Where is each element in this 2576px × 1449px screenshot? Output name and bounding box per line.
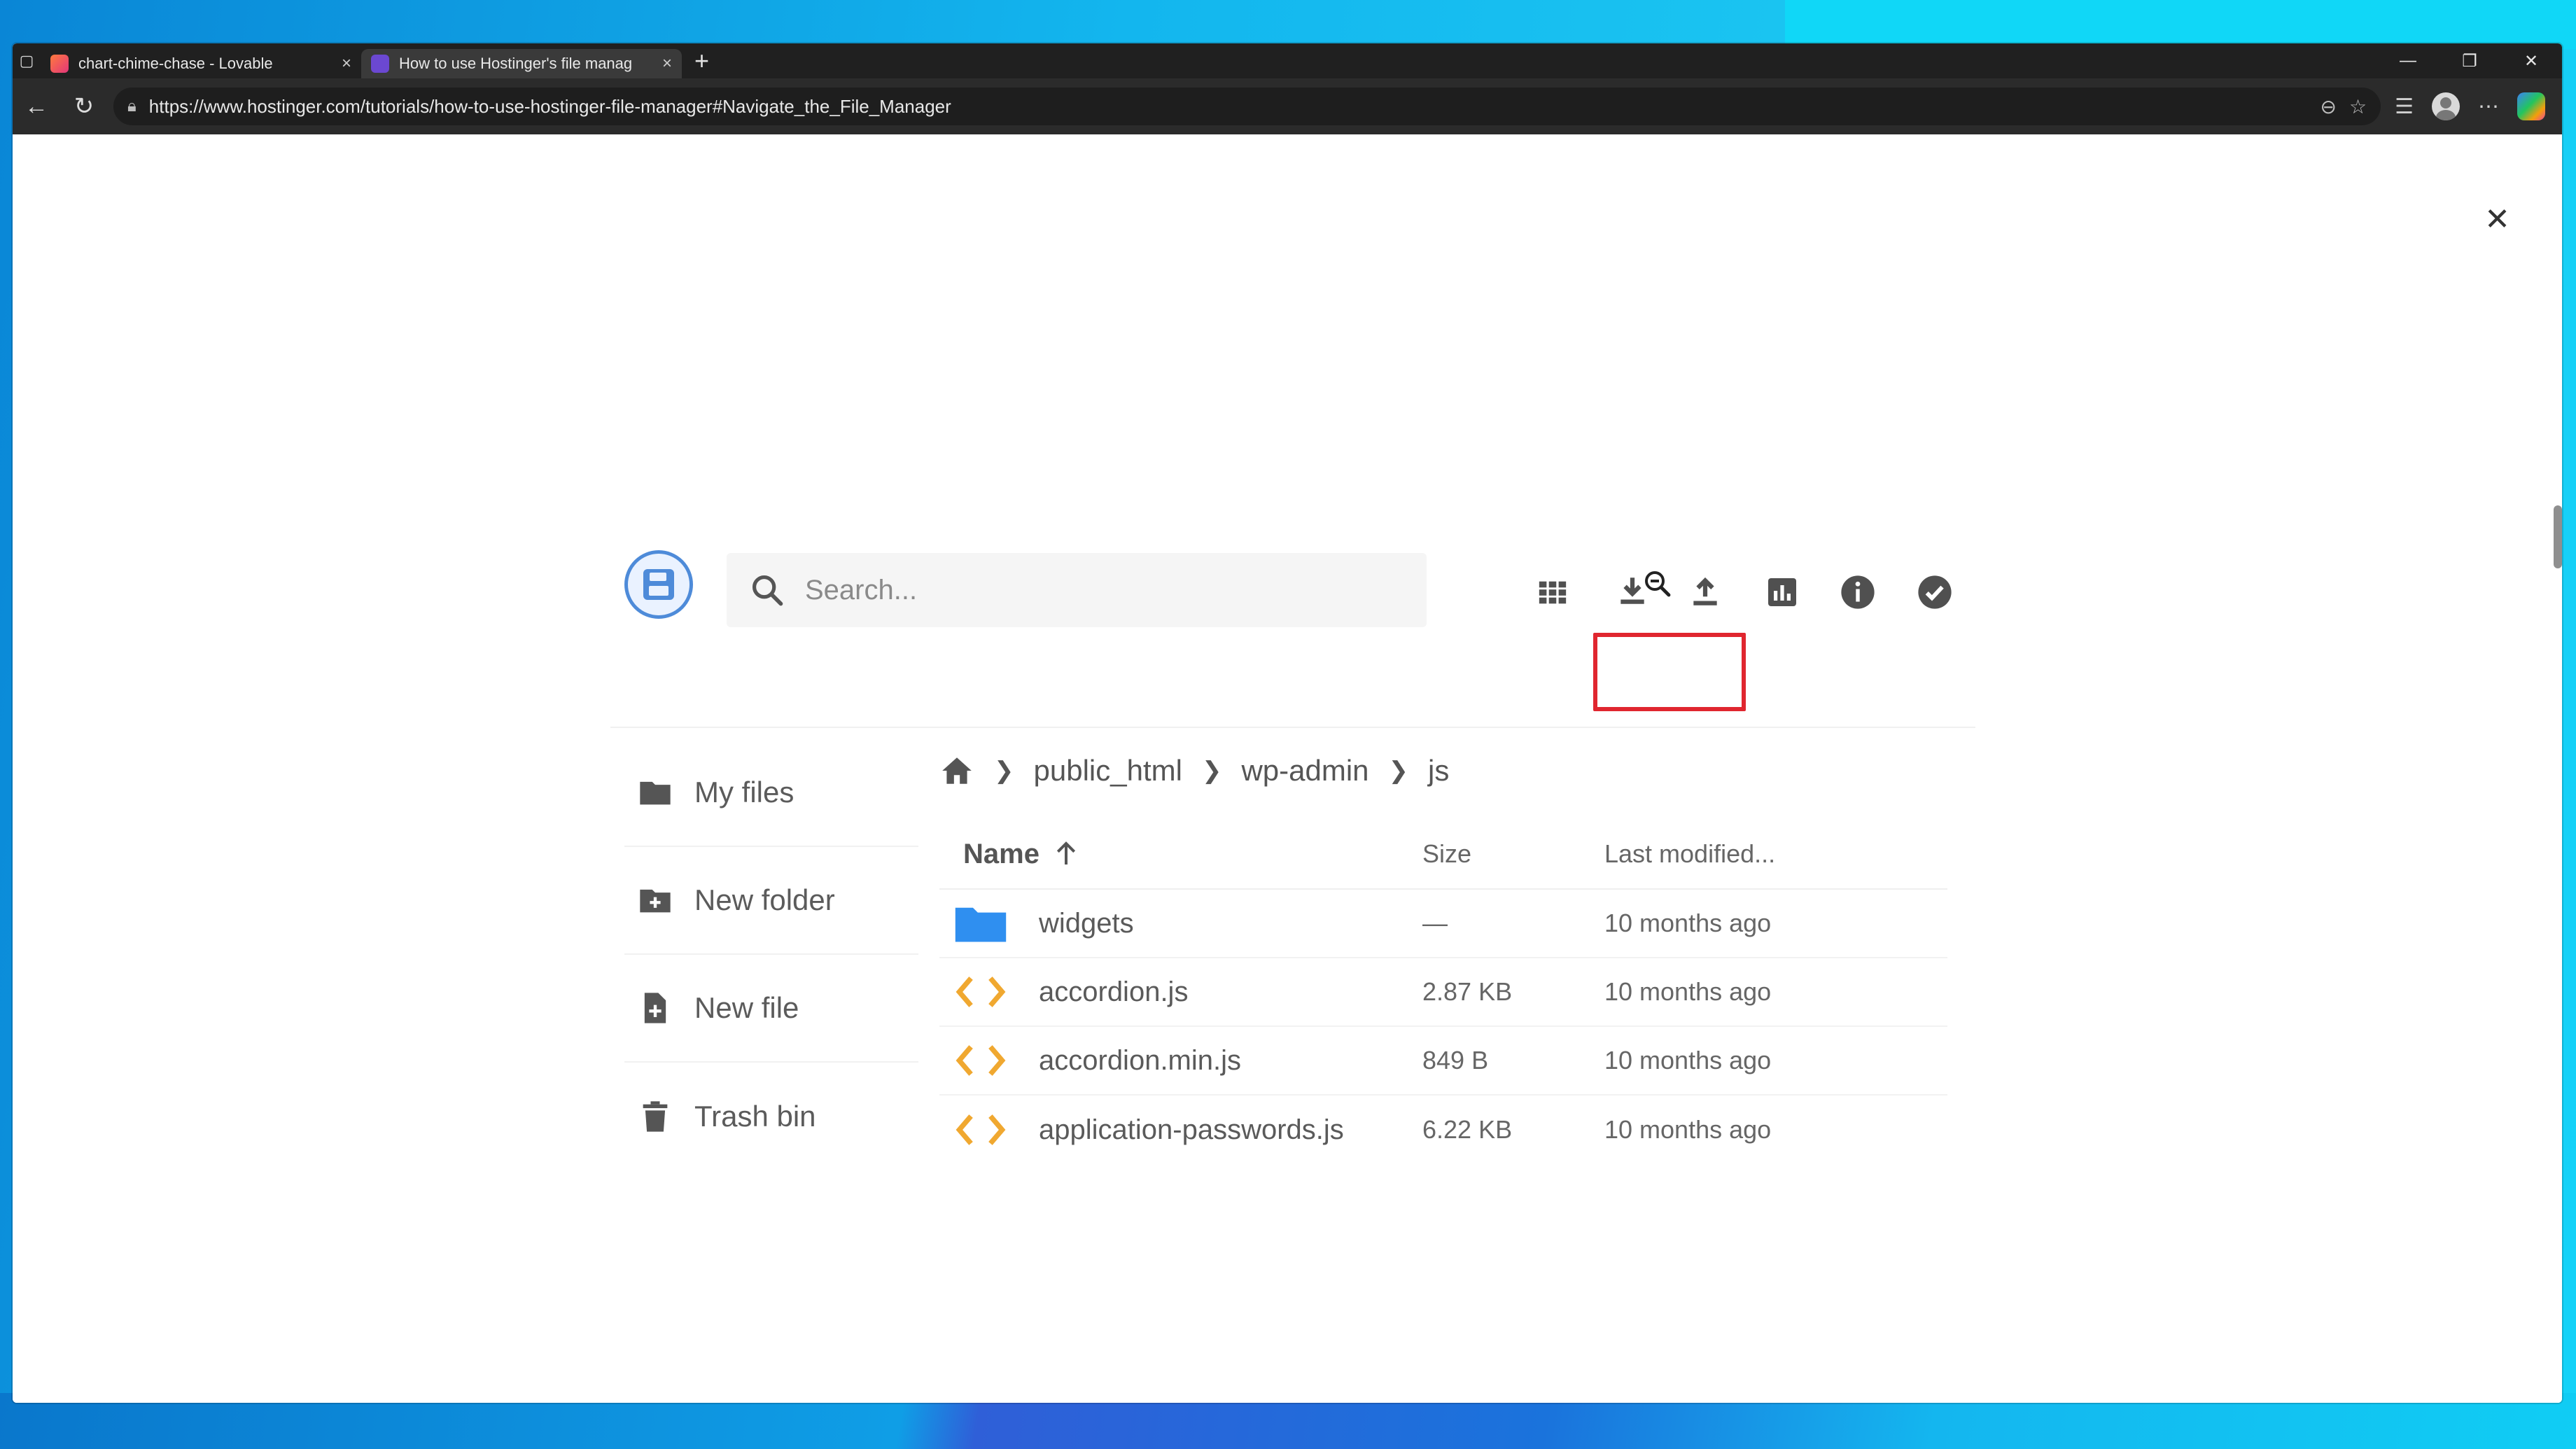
file-name: accordion.js	[1039, 976, 1189, 1007]
close-window-icon[interactable]: ✕	[2500, 51, 2562, 71]
sidebar-item-trash-bin[interactable]: Trash bin	[624, 1063, 918, 1170]
tab-close-icon[interactable]: ×	[662, 54, 672, 74]
browser-window: ▢ chart-chime-chase - Lovable × How to u…	[13, 43, 2562, 1403]
browser-toolbar: ☰ ⋯	[2395, 92, 2562, 120]
info-icon[interactable]	[1837, 571, 1879, 613]
table-row[interactable]: accordion.js 2.87 KB 10 months ago	[939, 958, 1947, 1027]
tab-title: How to use Hostinger's file manag	[399, 55, 633, 72]
header-divider	[610, 727, 1975, 728]
profile-avatar-icon[interactable]	[2432, 92, 2460, 120]
favorite-star-icon[interactable]: ☆	[2349, 95, 2367, 118]
highlight-box	[1593, 633, 1746, 711]
sidebar-item-label: My files	[694, 776, 794, 808]
chevron-right-icon: ❯	[994, 757, 1014, 784]
home-icon[interactable]	[939, 753, 974, 788]
column-header-modified[interactable]: Last modified...	[1604, 839, 1947, 869]
sidebar-item-label: New folder	[694, 883, 835, 916]
table-row[interactable]: widgets — 10 months ago	[939, 890, 1947, 958]
file-table: Name Size Last modified... widgets — 10 …	[939, 820, 1947, 1164]
favorites-icon[interactable]: ☰	[2395, 94, 2414, 119]
url-field[interactable]: 🔒︎ https://www.hostinger.com/tutorials/h…	[113, 88, 2381, 125]
file-size: —	[1422, 909, 1448, 937]
file-modified: 10 months ago	[1604, 1046, 1772, 1074]
file-size: 2.87 KB	[1422, 977, 1513, 1006]
sidebar-item-my-files[interactable]: My files	[624, 739, 918, 847]
url-text: https://www.hostinger.com/tutorials/how-…	[148, 95, 951, 117]
usage-chart-icon[interactable]	[1761, 571, 1803, 613]
file-size: 6.22 KB	[1422, 1115, 1513, 1144]
upload-icon[interactable]	[1684, 571, 1726, 613]
file-manager-toolbar	[610, 563, 1975, 609]
breadcrumb: ❯ public_html ❯ wp-admin ❯ js	[939, 746, 1449, 795]
more-menu-icon[interactable]: ⋯	[2478, 94, 2499, 119]
new-folder-icon	[640, 889, 671, 913]
file-name: application-passwords.js	[1039, 1114, 1344, 1145]
site-info-icon[interactable]: 🔒︎	[127, 97, 136, 116]
table-header: Name Size Last modified...	[939, 820, 1947, 890]
back-icon[interactable]: ←	[13, 78, 60, 134]
tab-hostinger[interactable]: How to use Hostinger's file manag ×	[361, 49, 682, 78]
tab-close-icon[interactable]: ×	[342, 54, 351, 74]
page-content: ✕ Search... My files New folder New file…	[13, 134, 2562, 1403]
scrollbar-thumb[interactable]	[2554, 505, 2562, 568]
folder-icon	[955, 907, 1007, 942]
trash-icon	[643, 1101, 668, 1132]
lovable-favicon-icon	[50, 55, 69, 73]
file-name: widgets	[1039, 907, 1134, 939]
file-modified: 10 months ago	[1604, 977, 1772, 1006]
file-manager-screenshot: My files New folder New file	[610, 536, 1975, 1145]
refresh-icon[interactable]: ↻	[60, 78, 108, 134]
reader-icon[interactable]: ⊖	[2320, 95, 2337, 118]
tab-lovable[interactable]: chart-chime-chase - Lovable ×	[41, 49, 361, 78]
breadcrumb-item[interactable]: js	[1428, 754, 1449, 788]
tab-title: chart-chime-chase - Lovable	[78, 55, 273, 72]
tab-bar: ▢ chart-chime-chase - Lovable × How to u…	[13, 43, 2562, 78]
sidebar-item-new-folder[interactable]: New folder	[624, 847, 918, 955]
copilot-icon[interactable]	[2517, 92, 2545, 120]
column-header-size[interactable]: Size	[1422, 839, 1604, 869]
table-row[interactable]: application-passwords.js 6.22 KB 10 mont…	[939, 1096, 1947, 1164]
column-name-label: Name	[963, 838, 1040, 869]
minimize-icon[interactable]: —	[2377, 51, 2439, 71]
new-file-icon	[644, 993, 666, 1023]
grid-view-icon[interactable]	[1532, 571, 1574, 613]
new-tab-button[interactable]: +	[694, 48, 709, 74]
address-bar-row: ← ↻ 🔒︎ https://www.hostinger.com/tutoria…	[13, 78, 2562, 134]
breadcrumb-item[interactable]: public_html	[1034, 754, 1182, 788]
sidebar-item-label: Trash bin	[694, 1100, 816, 1133]
folder-icon	[640, 781, 671, 805]
close-overlay-icon[interactable]: ✕	[2484, 204, 2510, 235]
chevron-right-icon: ❯	[1201, 757, 1222, 784]
code-file-icon	[955, 976, 1006, 1007]
file-modified: 10 months ago	[1604, 1115, 1772, 1144]
hostinger-favicon-icon	[371, 55, 389, 73]
file-size: 849 B	[1422, 1046, 1489, 1074]
column-header-name[interactable]: Name	[939, 839, 1422, 870]
file-name: accordion.min.js	[1039, 1044, 1242, 1076]
sidebar-item-label: New file	[694, 991, 799, 1024]
sort-ascending-icon[interactable]	[1052, 840, 1080, 868]
tab-actions-icon[interactable]: ▢	[13, 43, 41, 78]
code-file-icon	[955, 1045, 1006, 1076]
file-modified: 10 months ago	[1604, 909, 1772, 937]
file-manager-sidebar: My files New folder New file Trash bin	[624, 739, 918, 1170]
code-file-icon	[955, 1114, 1006, 1145]
restore-icon[interactable]: ❐	[2439, 51, 2500, 71]
breadcrumb-item[interactable]: wp-admin	[1241, 754, 1368, 788]
desktop-background	[1785, 0, 2576, 49]
zoom-out-cursor-icon	[1637, 563, 1679, 605]
chevron-right-icon: ❯	[1388, 757, 1409, 784]
sidebar-item-new-file[interactable]: New file	[624, 955, 918, 1063]
select-check-icon[interactable]	[1914, 571, 1956, 613]
window-controls: — ❐ ✕	[2377, 43, 2562, 78]
table-row[interactable]: accordion.min.js 849 B 10 months ago	[939, 1027, 1947, 1096]
